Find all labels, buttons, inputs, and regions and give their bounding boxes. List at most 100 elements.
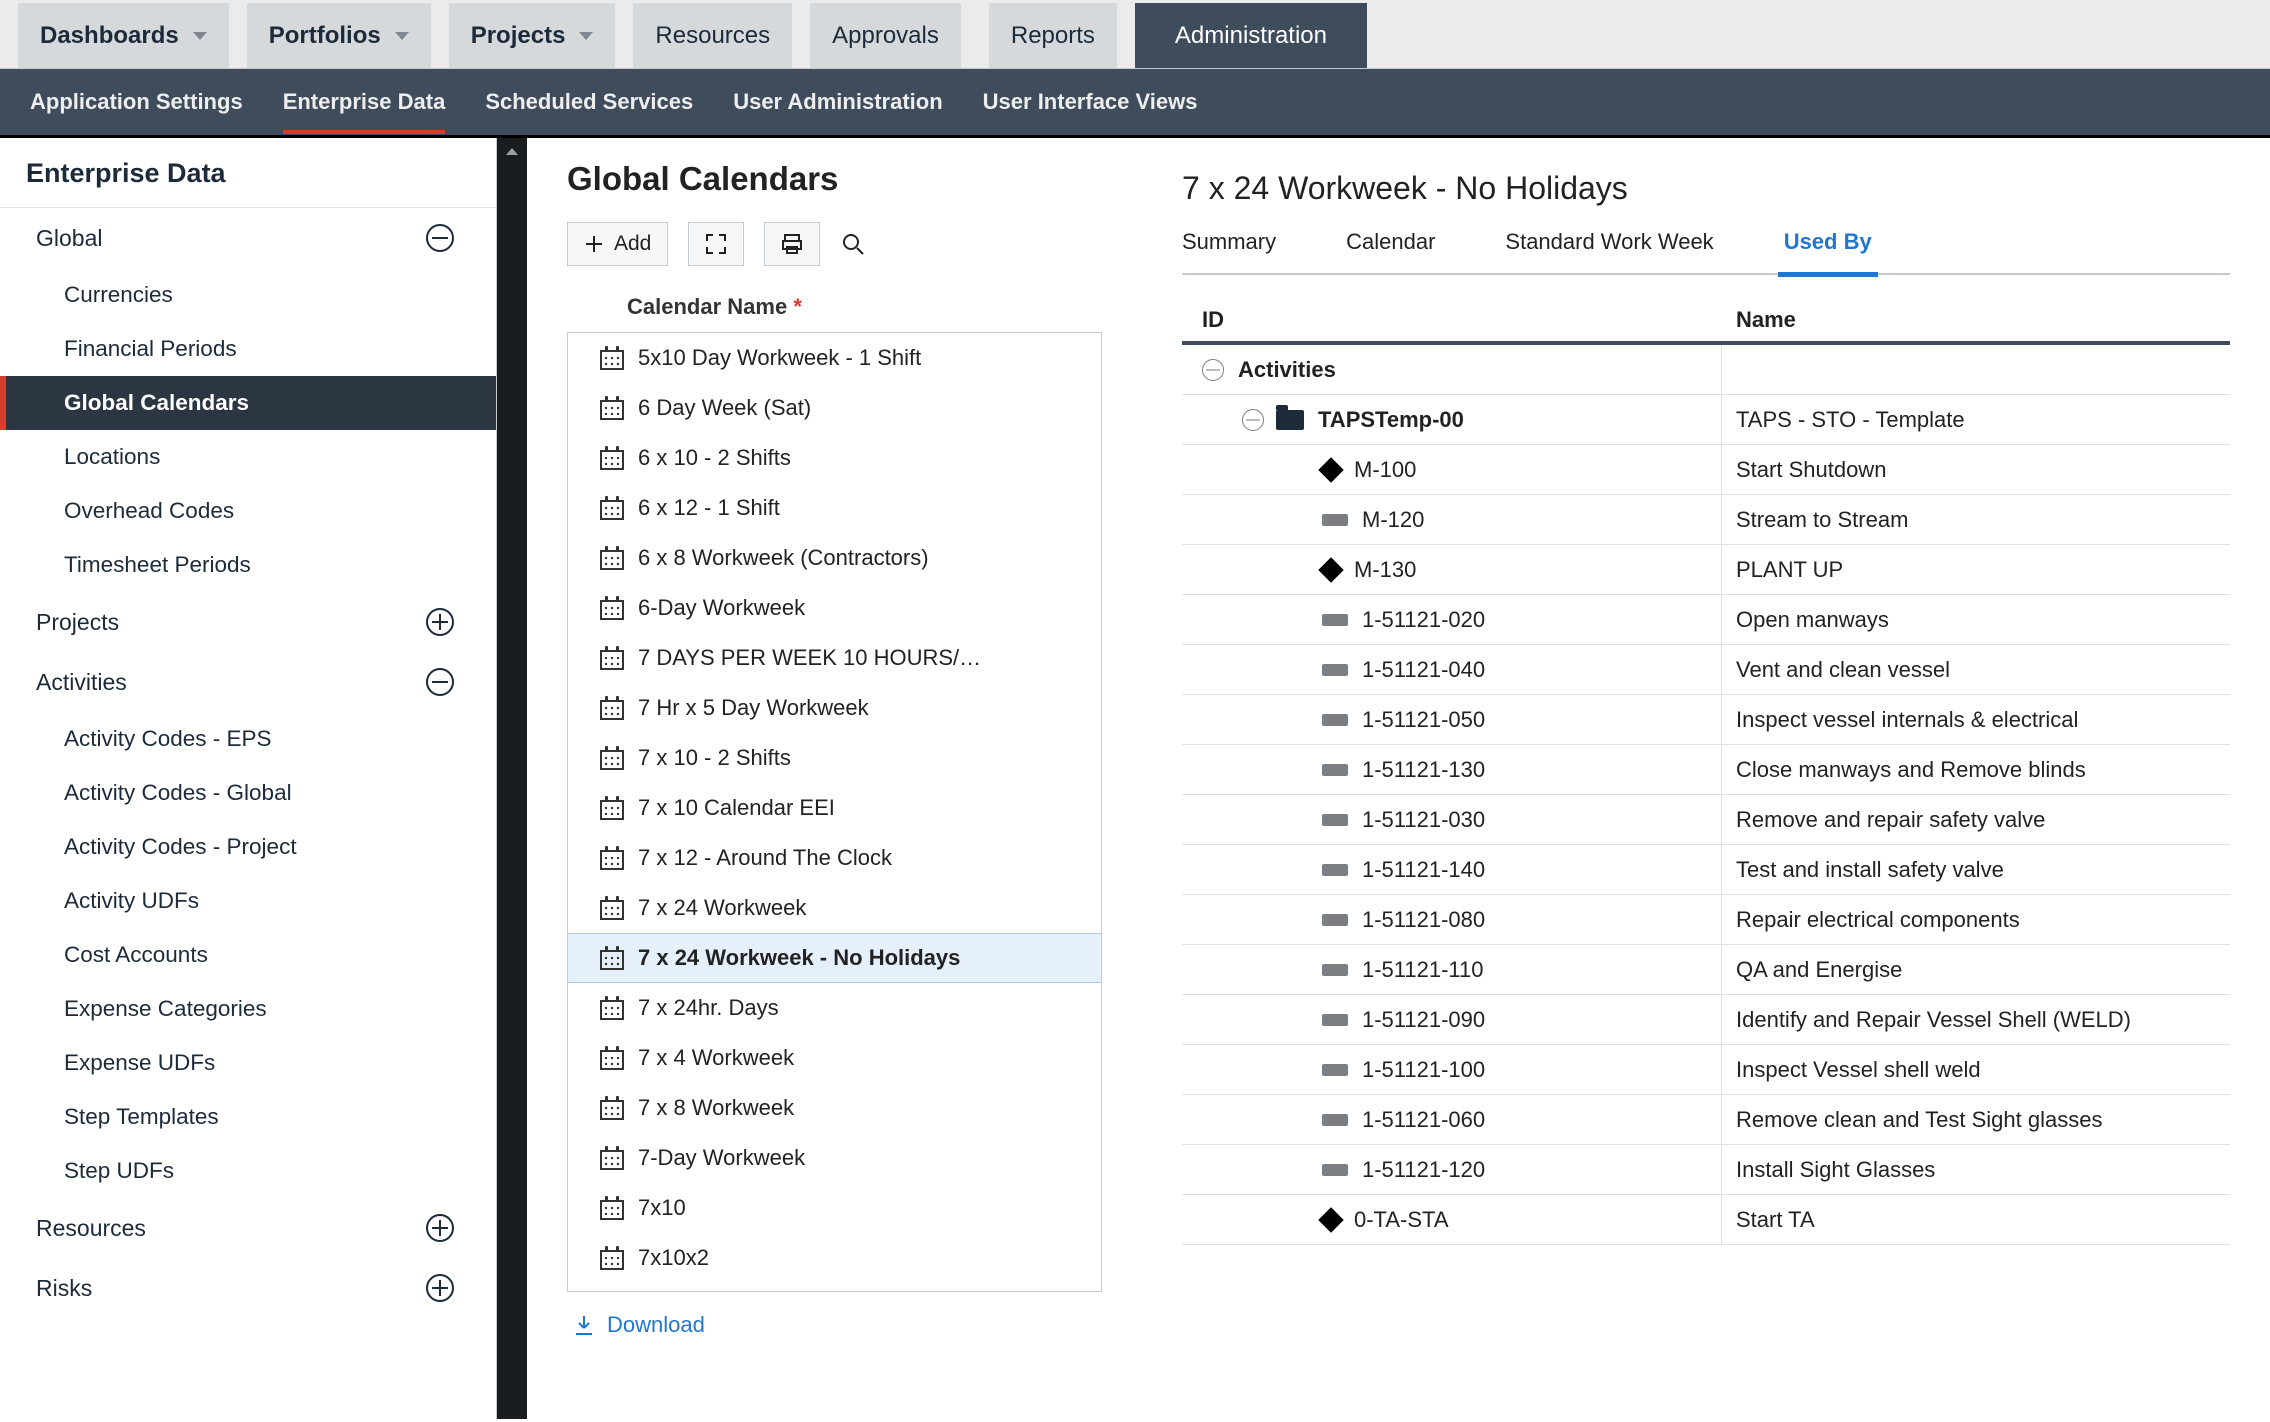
sub-tab-enterprise-data[interactable]: Enterprise Data — [283, 68, 446, 137]
usedby-row[interactable]: 1-51121-060Remove clean and Test Sight g… — [1182, 1095, 2230, 1145]
home-tab-dashboards[interactable]: Dashboards — [18, 3, 229, 68]
calendar-row[interactable]: 7 x 12 - Around The Clock — [568, 833, 1101, 883]
usedby-row[interactable]: M-120Stream to Stream — [1182, 495, 2230, 545]
sidebar-cat-projects[interactable]: Projects — [0, 592, 496, 652]
usedby-row[interactable]: M-130PLANT UP — [1182, 545, 2230, 595]
calendar-icon — [600, 896, 624, 920]
calendar-name: 6 x 10 - 2 Shifts — [638, 445, 791, 471]
sub-tab-scheduled-services[interactable]: Scheduled Services — [485, 68, 693, 137]
sidebar-item-expense-udfs[interactable]: Expense UDFs — [0, 1036, 496, 1090]
sidebar-cat-activities[interactable]: Activities — [0, 652, 496, 712]
calendar-row[interactable]: 7 x 24 Workweek - No Holidays — [568, 933, 1101, 983]
calendar-row[interactable]: 6 x 12 - 1 Shift — [568, 483, 1101, 533]
usedby-row[interactable]: 1-51121-130Close manways and Remove blin… — [1182, 745, 2230, 795]
home-tab-projects[interactable]: Projects — [449, 3, 616, 68]
search-button[interactable] — [840, 231, 880, 257]
calendar-row[interactable]: 7 x 24hr. Days — [568, 983, 1101, 1033]
sidebar-item-activity-udfs[interactable]: Activity UDFs — [0, 874, 496, 928]
sub-tab-user-administration[interactable]: User Administration — [733, 68, 942, 137]
sidebar-item-currencies[interactable]: Currencies — [0, 268, 496, 322]
add-button[interactable]: Add — [567, 222, 668, 266]
usedby-row[interactable]: 1-51121-020Open manways — [1182, 595, 2230, 645]
home-tab-reports[interactable]: Reports — [989, 3, 1117, 68]
sidebar-item-cost-accounts[interactable]: Cost Accounts — [0, 928, 496, 982]
calendar-row[interactable]: 7x10x2 — [568, 1233, 1101, 1283]
detail-tab-summary[interactable]: Summary — [1182, 229, 1276, 275]
sub-tab-application-settings[interactable]: Application Settings — [30, 68, 243, 137]
usedby-row[interactable]: 1-51121-100Inspect Vessel shell weld — [1182, 1045, 2230, 1095]
sidebar-item-timesheet-periods[interactable]: Timesheet Periods — [0, 538, 496, 592]
calendar-row[interactable]: 5x10 Day Workweek - 1 Shift — [568, 333, 1101, 383]
col-id[interactable]: ID — [1182, 307, 1722, 333]
calendar-icon — [600, 1196, 624, 1220]
calendar-row[interactable]: 7 x 4 Workweek — [568, 1033, 1101, 1083]
print-button[interactable] — [764, 222, 820, 266]
sidebar-item-step-templates[interactable]: Step Templates — [0, 1090, 496, 1144]
usedby-row[interactable]: Activities — [1182, 345, 2230, 395]
usedby-row[interactable]: 1-51121-030Remove and repair safety valv… — [1182, 795, 2230, 845]
sidebar-item-expense-categories[interactable]: Expense Categories — [0, 982, 496, 1036]
usedby-id: 1-51121-100 — [1362, 1057, 1485, 1083]
expand-button[interactable] — [688, 222, 744, 266]
calendar-row[interactable]: 7 x 8 Workweek — [568, 1083, 1101, 1133]
home-tab-resources[interactable]: Resources — [633, 3, 792, 68]
calendar-row[interactable]: 6 x 10 - 2 Shifts — [568, 433, 1101, 483]
usedby-row[interactable]: M-100Start Shutdown — [1182, 445, 2230, 495]
calendar-row[interactable]: 7x10 — [568, 1183, 1101, 1233]
sidebar-item-financial-periods[interactable]: Financial Periods — [0, 322, 496, 376]
calendar-row[interactable]: 6 Day Week (Sat) — [568, 383, 1101, 433]
download-link[interactable]: Download — [573, 1312, 705, 1338]
sidebar-cat-label: Risks — [36, 1275, 92, 1302]
detail-tab-calendar[interactable]: Calendar — [1346, 229, 1435, 275]
usedby-name: Vent and clean vessel — [1722, 657, 2230, 683]
calendar-row[interactable]: 7 x 24 Workweek — [568, 883, 1101, 933]
home-tab-label: Administration — [1175, 22, 1327, 50]
calendar-name: 7 Hr x 5 Day Workweek — [638, 695, 869, 721]
calendar-row[interactable]: 6 x 8 Workweek (Contractors) — [568, 533, 1101, 583]
calendar-table[interactable]: 5x10 Day Workweek - 1 Shift6 Day Week (S… — [567, 332, 1102, 1292]
sidebar-scroll[interactable]: GlobalCurrenciesFinancial PeriodsGlobal … — [0, 207, 496, 1419]
calendar-row[interactable]: 6-Day Workweek — [568, 583, 1101, 633]
calendar-row[interactable]: 7 DAYS PER WEEK 10 HOURS/… — [568, 633, 1101, 683]
collapse-icon[interactable] — [1202, 359, 1224, 381]
usedby-row[interactable]: 0-TA-STAStart TA — [1182, 1195, 2230, 1245]
usedby-row[interactable]: 1-51121-040Vent and clean vessel — [1182, 645, 2230, 695]
collapse-icon[interactable] — [1242, 409, 1264, 431]
sidebar-item-overhead-codes[interactable]: Overhead Codes — [0, 484, 496, 538]
sub-tab-user-interface-views[interactable]: User Interface Views — [983, 68, 1198, 137]
usedby-row[interactable]: 1-51121-110QA and Energise — [1182, 945, 2230, 995]
sidebar-item-locations[interactable]: Locations — [0, 430, 496, 484]
task-icon — [1322, 764, 1348, 776]
usedby-row[interactable]: 1-51121-120Install Sight Glasses — [1182, 1145, 2230, 1195]
column-header[interactable]: Calendar Name * — [567, 286, 1102, 332]
usedby-row[interactable]: 1-51121-090Identify and Repair Vessel Sh… — [1182, 995, 2230, 1045]
calendar-row[interactable]: 7 x 10 - 2 Shifts — [568, 733, 1101, 783]
usedby-row[interactable]: 1-51121-140Test and install safety valve — [1182, 845, 2230, 895]
detail-tab-standard-work-week[interactable]: Standard Work Week — [1505, 229, 1713, 275]
home-tab-administration[interactable]: Administration — [1135, 3, 1367, 68]
sidebar-cat-global[interactable]: Global — [0, 208, 496, 268]
sidebar-item-activity-codes-eps[interactable]: Activity Codes - EPS — [0, 712, 496, 766]
sidebar-item-activity-codes-global[interactable]: Activity Codes - Global — [0, 766, 496, 820]
home-tab-approvals[interactable]: Approvals — [810, 3, 961, 68]
usedby-name: Remove and repair safety valve — [1722, 807, 2230, 833]
usedby-name: Repair electrical components — [1722, 907, 2230, 933]
usedby-row[interactable]: 1-51121-050Inspect vessel internals & el… — [1182, 695, 2230, 745]
detail-tab-used-by[interactable]: Used By — [1784, 229, 1872, 275]
toolbar: Add — [567, 222, 1102, 266]
calendar-row[interactable]: 7 Hr x 5 Day Workweek — [568, 683, 1101, 733]
sidebar-item-activity-codes-project[interactable]: Activity Codes - Project — [0, 820, 496, 874]
home-tab-portfolios[interactable]: Portfolios — [247, 3, 431, 68]
usedby-row[interactable]: TAPSTemp-00TAPS - STO - Template — [1182, 395, 2230, 445]
calendar-name: 7 x 4 Workweek — [638, 1045, 794, 1071]
calendar-row[interactable]: 7-Day Workweek — [568, 1133, 1101, 1183]
sidebar-cat-resources[interactable]: Resources — [0, 1198, 496, 1258]
sidebar-item-global-calendars[interactable]: Global Calendars — [0, 376, 496, 430]
splitter[interactable] — [497, 138, 527, 1419]
sidebar-cat-risks[interactable]: Risks — [0, 1258, 496, 1318]
calendar-row[interactable]: 7 x 10 Calendar EEI — [568, 783, 1101, 833]
col-name[interactable]: Name — [1722, 307, 2230, 333]
usedby-row[interactable]: 1-51121-080Repair electrical components — [1182, 895, 2230, 945]
sidebar-item-step-udfs[interactable]: Step UDFs — [0, 1144, 496, 1198]
calendar-name: 7 x 24 Workweek - No Holidays — [638, 945, 960, 971]
